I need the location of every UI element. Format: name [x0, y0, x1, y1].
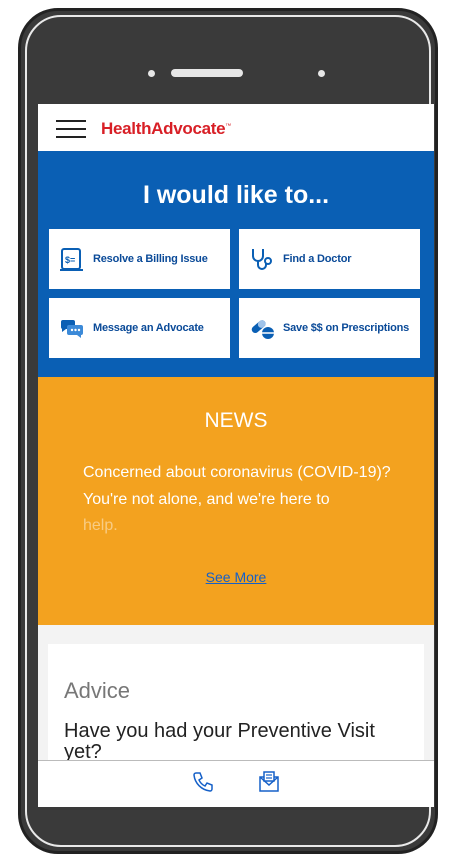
advice-label: Advice	[64, 678, 131, 703]
camera-dot	[148, 70, 155, 77]
app-screen: HealthAdvocate™ I would like to... $= Re…	[38, 104, 434, 807]
find-doctor-button[interactable]: Find a Doctor	[239, 229, 420, 289]
brand-logo[interactable]: HealthAdvocate™	[101, 119, 231, 139]
message-advocate-label: Message an Advocate	[93, 322, 204, 334]
billing-icon: $=	[60, 248, 83, 271]
message-advocate-button[interactable]: Message an Advocate	[49, 298, 230, 358]
resolve-billing-button[interactable]: $= Resolve a Billing Issue	[49, 229, 230, 289]
pills-icon	[251, 320, 274, 339]
find-doctor-label: Find a Doctor	[283, 253, 352, 265]
hamburger-menu-icon[interactable]	[56, 120, 86, 138]
news-text-faded: help.	[83, 517, 118, 534]
phone-speaker	[171, 69, 243, 77]
mail-icon[interactable]	[258, 771, 280, 793]
save-prescriptions-label: Save $$ on Prescriptions	[283, 322, 410, 334]
see-more-link[interactable]: See More	[38, 569, 434, 585]
chat-bubbles-icon	[60, 320, 83, 338]
sensor-dot	[318, 70, 325, 77]
app-header: HealthAdvocate™	[38, 104, 434, 151]
news-section: NEWS Concerned about coronavirus (COVID-…	[38, 377, 434, 625]
stethoscope-icon	[252, 249, 272, 270]
resolve-billing-label: Resolve a Billing Issue	[93, 253, 208, 265]
news-text: Concerned about coronavirus (COVID-19)? …	[83, 464, 391, 508]
actions-title: I would like to...	[142, 181, 330, 209]
news-title: NEWS	[204, 409, 268, 432]
actions-section: I would like to... $= Resolve a Billing …	[38, 151, 434, 377]
phone-icon[interactable]	[192, 771, 214, 793]
advice-question: Have you had your Preventive Visit yet?	[64, 720, 375, 763]
bottom-tab-bar	[38, 760, 434, 807]
save-prescriptions-button[interactable]: Save $$ on Prescriptions	[239, 298, 420, 358]
svg-text:$=: $=	[65, 255, 75, 265]
